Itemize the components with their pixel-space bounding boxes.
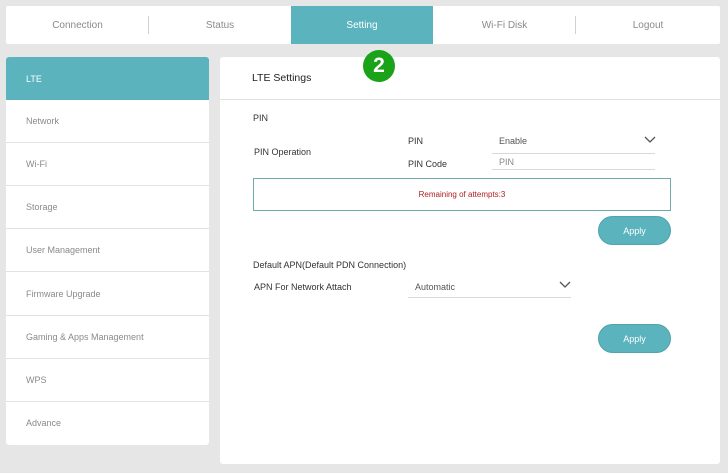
pin-operation-label: PIN Operation [254,147,312,157]
attempts-message-box: Remaining of attempts:3 [253,178,671,211]
pin-select-value: Enable [499,136,528,146]
sidebar-item-lte[interactable]: LTE [6,57,209,101]
sidebar-item-network[interactable]: Network [6,100,209,144]
apn-attach-label: APN For Network Attach [254,282,352,292]
sidebar-item-label: Advance [26,418,62,429]
sidebar-item-gaming-apps[interactable]: Gaming & Apps Management [6,316,209,359]
sidebar: LTE Network Wi-Fi Storage User Managemen… [6,57,209,445]
pin-code-label: PIN Code [408,159,448,169]
sidebar-item-label: Network [26,116,60,127]
apn-attach-value: Automatic [415,282,456,292]
apn-section-heading: Default APN(Default PDN Connection) [253,260,407,270]
sidebar-item-label: Gaming & Apps Management [26,331,144,342]
pin-apply-button[interactable]: Apply [598,216,671,245]
top-nav: Connection Status Setting Wi-Fi Disk Log… [6,6,720,44]
apn-apply-button[interactable]: Apply [598,324,671,353]
page-title: LTE Settings [252,72,312,84]
sidebar-item-wifi[interactable]: Wi-Fi [6,143,209,187]
tab-logout[interactable]: Logout [576,6,720,44]
main-panel: LTE Settings 2 PIN PIN Operation PIN Ena… [220,50,720,464]
sidebar-item-label: LTE [26,73,42,84]
sidebar-item-advance[interactable]: Advance [6,402,209,445]
pin-code-input[interactable] [492,154,655,170]
tab-connection[interactable]: Connection [6,6,149,44]
tab-setting[interactable]: Setting [291,6,433,44]
apn-select-underline [408,297,571,298]
pin-section-heading: PIN [253,113,269,123]
pin-label: PIN [408,136,424,146]
sidebar-item-firmware-upgrade[interactable]: Firmware Upgrade [6,272,209,316]
sidebar-item-label: Wi-Fi [26,159,47,170]
tab-status[interactable]: Status [149,6,291,44]
sidebar-item-label: Storage [26,202,58,213]
tab-wifi-disk[interactable]: Wi-Fi Disk [433,6,576,44]
chevron-down-icon [559,281,571,288]
sidebar-item-label: WPS [26,374,47,385]
sidebar-item-label: User Management [26,245,101,256]
sidebar-item-user-management[interactable]: User Management [6,229,209,273]
sidebar-item-label: Firmware Upgrade [26,288,101,299]
title-divider [220,99,720,100]
chevron-down-icon [644,136,656,143]
sidebar-item-wps[interactable]: WPS [6,359,209,402]
attempts-remaining-text: Remaining of attempts:3 [418,190,506,199]
step-badge: 2 [363,50,395,82]
sidebar-item-storage[interactable]: Storage [6,186,209,230]
